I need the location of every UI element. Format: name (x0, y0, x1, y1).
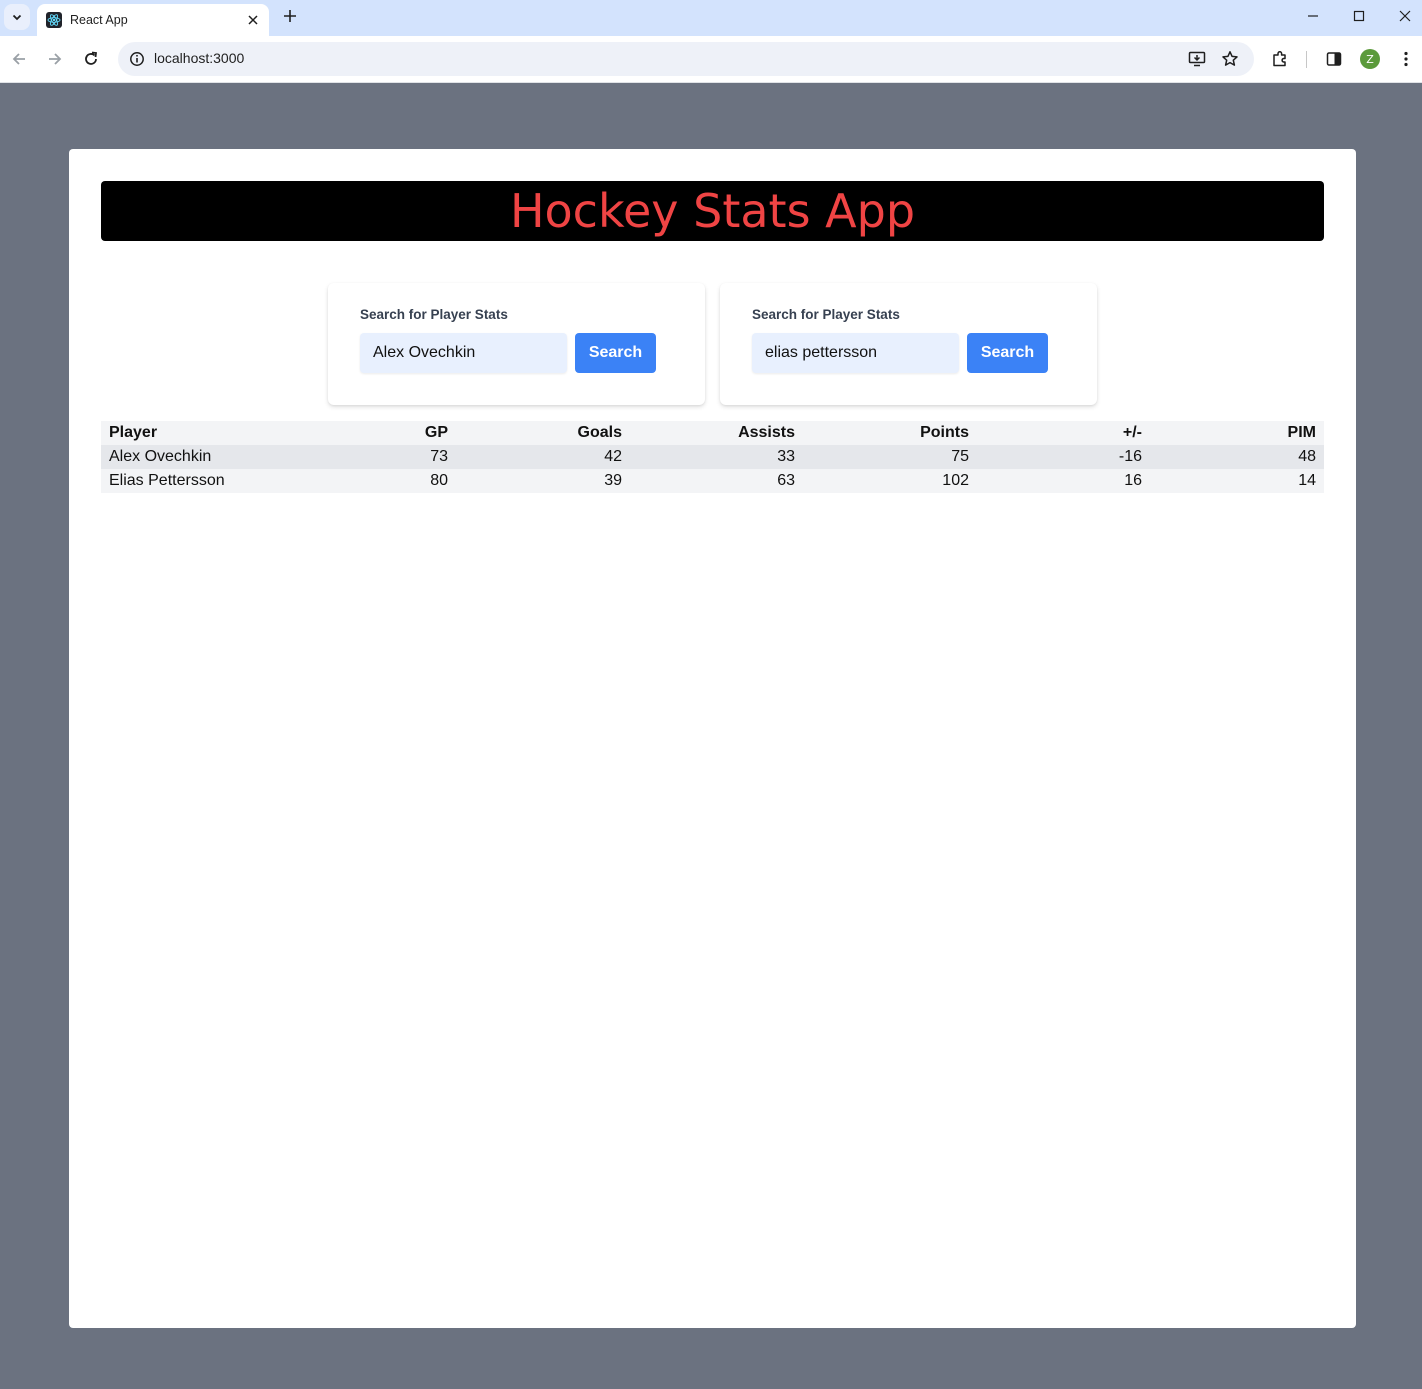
tab-title: React App (70, 13, 128, 27)
player-stats-table: Player GP Goals Assists Points +/- PIM A… (101, 421, 1324, 493)
goals-cell: 39 (604, 472, 622, 489)
extensions-puzzle-icon[interactable] (1268, 47, 1292, 71)
goals-cell: 42 (604, 448, 622, 465)
gp-cell: 73 (430, 448, 448, 465)
column-header-points: Points (920, 424, 969, 441)
reload-icon[interactable] (79, 47, 103, 71)
app-header: Hockey Stats App (101, 181, 1324, 241)
assists-cell: 33 (777, 448, 795, 465)
react-logo-icon (46, 12, 62, 28)
pim-cell: 14 (1298, 472, 1316, 489)
pim-cell: 48 (1298, 448, 1316, 465)
bookmark-star-icon[interactable] (1218, 47, 1242, 71)
column-header-goals: Goals (577, 424, 622, 441)
column-header-assists: Assists (738, 424, 795, 441)
tab-strip: React App (0, 0, 1422, 36)
url-text: localhost:3000 (154, 50, 245, 66)
search-button[interactable]: Search (575, 333, 656, 373)
site-info-icon[interactable] (126, 48, 148, 70)
back-arrow-icon[interactable] (7, 47, 31, 71)
minimize-icon[interactable] (1290, 0, 1336, 32)
address-bar[interactable]: localhost:3000 (118, 42, 1254, 76)
side-panel-icon[interactable] (1322, 47, 1346, 71)
column-header-pim: PIM (1287, 424, 1316, 441)
tab-search-button[interactable] (4, 4, 30, 30)
plus-minus-cell: -16 (1118, 448, 1142, 465)
column-header-plus-minus: +/- (1122, 424, 1142, 441)
chevron-down-icon (12, 14, 22, 21)
player-search-input[interactable] (752, 333, 959, 373)
player-search-input[interactable] (360, 333, 567, 373)
assists-cell: 63 (777, 472, 795, 489)
browser-tab[interactable]: React App (37, 4, 269, 36)
maximize-icon[interactable] (1336, 0, 1382, 32)
close-window-icon[interactable] (1382, 0, 1422, 32)
new-tab-icon[interactable] (279, 5, 301, 27)
app-card: Hockey Stats App Search for Player Stats… (69, 149, 1356, 1328)
gp-cell: 80 (430, 472, 448, 489)
search-label: Search for Player Stats (752, 307, 900, 322)
search-button[interactable]: Search (967, 333, 1048, 373)
player-name-cell: Elias Pettersson (109, 472, 225, 489)
plus-minus-cell: 16 (1124, 472, 1142, 489)
points-cell: 75 (951, 448, 969, 465)
more-menu-icon[interactable] (1394, 47, 1418, 71)
browser-toolbar: localhost:3000 Z (0, 36, 1422, 83)
search-label: Search for Player Stats (360, 307, 508, 322)
table-row: Alex Ovechkin 73 42 33 75 -16 48 (101, 445, 1324, 469)
search-panel-1: Search for Player Stats Search (328, 283, 705, 405)
search-panel-2: Search for Player Stats Search (720, 283, 1097, 405)
column-header-gp: GP (424, 424, 448, 441)
install-app-icon[interactable] (1185, 47, 1209, 71)
player-name-cell: Alex Ovechkin (109, 448, 212, 465)
table-row: Elias Pettersson 80 39 63 102 16 14 (101, 469, 1324, 493)
profile-avatar[interactable]: Z (1360, 49, 1380, 69)
table-header-row: Player GP Goals Assists Points +/- PIM (101, 421, 1324, 445)
toolbar-divider (1306, 51, 1307, 68)
points-cell: 102 (942, 472, 969, 489)
app-title: Hockey Stats App (509, 184, 916, 238)
column-header-player: Player (109, 424, 158, 441)
forward-arrow-icon[interactable] (43, 47, 67, 71)
close-tab-icon[interactable] (243, 10, 263, 30)
